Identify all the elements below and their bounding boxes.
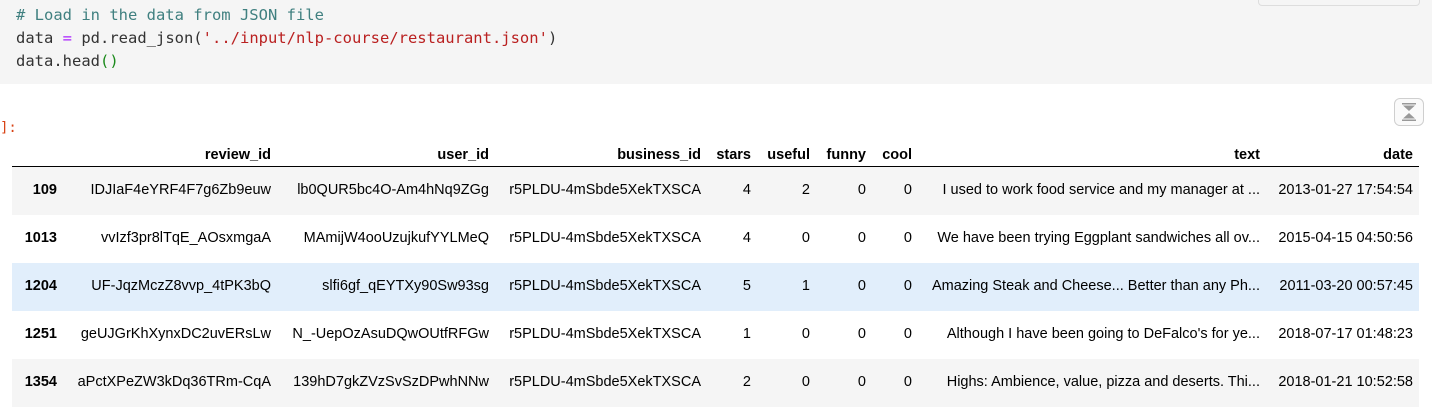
column-header-business-id: business_id [495,140,707,167]
cell-cool: 0 [903,278,912,294]
cell-text: Amazing Steak and Cheese... Better than … [931,278,1260,294]
cell-business-id: r5PLDU-4mSbde5XekTXSCA [509,278,701,294]
table-row: 1013 vvIzf3pr8lTqE_AOsxmgaA MAmijW4ooUzujk… [12,215,1419,263]
table-row: 1354 aPctXPeZW3kDq36TRm-CqA 139hD7gkZVzSvS… [12,358,1419,407]
cell-funny: 0 [857,326,866,342]
row-index: 1013 [24,230,57,246]
cell-funny: 0 [857,230,866,246]
column-header-user-id: user_id [277,140,495,167]
column-header-index [12,140,65,167]
code-operator: = [53,29,82,47]
row-index: 1204 [24,278,57,294]
cell-review-id: vvIzf3pr8lTqE_AOsxmgaA [100,230,271,246]
cell-useful: 0 [801,326,810,342]
cell-stars: 1 [742,326,751,342]
cell-text: Although I have been going to DeFalco's … [946,326,1260,342]
code-string: '../input/nlp-course/restaurant.json' [202,29,548,47]
cell-review-id: geUJGrKhXynxDC2uvERsLw [80,326,271,342]
column-header-cool: cool [872,140,918,167]
cell-date: 2018-07-17 01:48:23 [1278,326,1413,342]
cell-cool: 0 [903,374,912,390]
dataframe-table: review_id user_id business_id stars usef… [12,140,1419,407]
column-header-date: date [1266,140,1419,167]
collapse-output-icon [1402,103,1416,121]
column-header-useful: useful [757,140,816,167]
cell-review-id: aPctXPeZW3kDq36TRm-CqA [77,374,271,390]
row-index: 1251 [24,326,57,342]
column-header-stars: stars [707,140,757,167]
cell-business-id: r5PLDU-4mSbde5XekTXSCA [509,182,701,199]
table-row: 1251 geUJGrKhXynxDC2uvERsLw N_-UepOzAsuDQw… [12,311,1419,359]
cell-cool: 0 [903,182,912,199]
code-function: pd.read_json( [81,29,203,47]
table-row: 1204 UF-JqzMczZ8vvp_4tPK3bQ slfi6gf_qEYTXy… [12,262,1419,311]
cell-useful: 0 [801,230,810,246]
cell-date: 2018-01-21 10:52:58 [1278,374,1413,390]
cell-cool: 0 [903,230,912,246]
cell-review-id: IDJIaF4eYRF4F7g6Zb9euw [90,182,271,199]
cell-text: I used to work food service and my manag… [942,182,1260,199]
code-editor[interactable]: # Load in the data from JSON file data =… [16,4,557,73]
cell-funny: 0 [857,182,866,199]
cell-review-id: UF-JqzMczZ8vvp_4tPK3bQ [91,278,271,294]
cell-user-id: slfi6gf_qEYTXy90Sw93sg [322,278,489,294]
row-index: 1354 [24,374,57,390]
code-var: data [16,29,54,47]
code-close-paren: ) [547,29,558,47]
column-header-funny: funny [816,140,872,167]
cell-user-id: MAmijW4ooUzujkufYYLMeQ [303,230,489,246]
column-header-review-id: review_id [65,140,277,167]
cell-business-id: r5PLDU-4mSbde5XekTXSCA [509,374,701,390]
output-scroll-toggle-button[interactable] [1394,98,1424,126]
row-index: 109 [32,182,57,199]
cell-useful: 2 [801,182,810,199]
table-row: 109 IDJIaF4eYRF4F7g6Zb9euw lb0QUR5bc4O-Am4… [12,166,1419,215]
cell-funny: 0 [857,278,866,294]
cell-user-id: lb0QUR5bc4O-Am4hNq9ZGg [297,182,489,199]
cell-useful: 0 [801,374,810,390]
cell-date: 2015-04-15 04:50:56 [1278,230,1413,246]
code-head-call: data.head [16,52,100,70]
cell-text: We have been trying Eggplant sandwiches … [937,230,1260,246]
cell-toolbar[interactable] [1258,0,1420,6]
cell-useful: 1 [801,278,810,294]
code-cell[interactable]: # Load in the data from JSON file data =… [0,0,1432,84]
column-header-text: text [918,140,1266,167]
cell-cool: 0 [903,326,912,342]
cell-stars: 4 [742,230,751,246]
cell-user-id: 139hD7gkZVzSvSzDPwhNNw [293,374,489,390]
table-header-row: review_id user_id business_id stars usef… [12,140,1419,167]
output-prompt: ]: [0,120,17,136]
cell-business-id: r5PLDU-4mSbde5XekTXSCA [509,230,701,246]
cell-date: 2011-03-20 00:57:45 [1279,278,1413,294]
cell-user-id: N_-UepOzAsuDQwOUtfRFGw [292,326,489,342]
cell-text: Highs: Ambience, value, pizza and desert… [946,374,1260,390]
code-head-parens: () [100,52,119,70]
cell-date: 2013-01-27 17:54:54 [1278,182,1413,199]
cell-funny: 0 [857,374,866,390]
cell-stars: 4 [742,182,751,199]
code-comment: # Load in the data from JSON file [16,6,324,24]
cell-business-id: r5PLDU-4mSbde5XekTXSCA [509,326,701,342]
cell-stars: 5 [742,278,751,294]
cell-stars: 2 [742,374,751,390]
